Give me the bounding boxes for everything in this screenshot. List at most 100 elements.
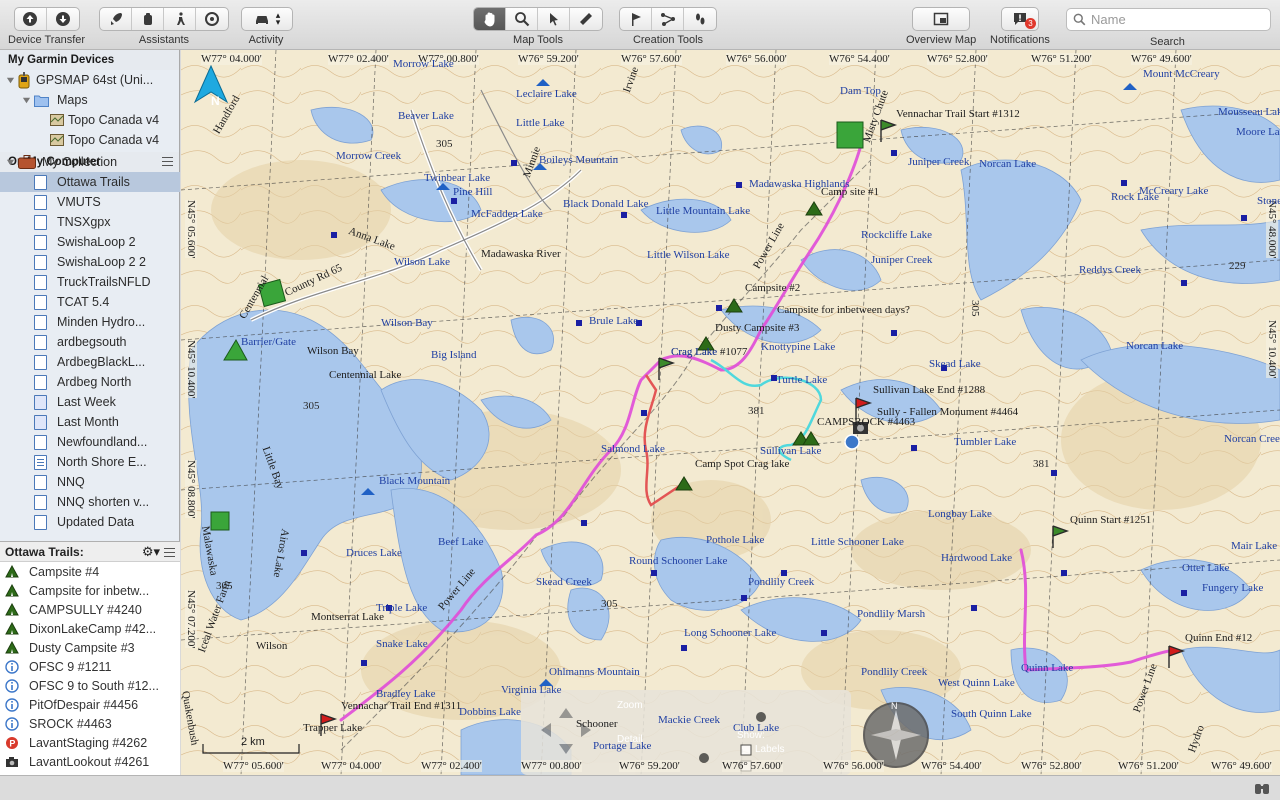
collection-item[interactable]: VMUTS <box>0 192 180 212</box>
trail-item[interactable]: Dusty Campsite #3 <box>0 638 180 657</box>
collection-item[interactable]: TruckTrailsNFLD <box>0 272 180 292</box>
trail-item[interactable]: LavantLookout #4261 <box>0 752 180 771</box>
collection-item[interactable]: Last Month <box>0 412 180 432</box>
device-map-row[interactable]: Topo Canada v4 <box>0 130 179 150</box>
activity-label: Activity <box>248 34 284 46</box>
send-to-device-button[interactable] <box>15 8 47 30</box>
maps-folder-row[interactable]: Maps <box>0 90 179 110</box>
collection-item[interactable]: Minden Hydro... <box>0 312 180 332</box>
collection-item[interactable]: Ottawa Trails <box>0 172 180 192</box>
overview-map-label: Overview Map <box>906 34 977 46</box>
place-label: Tumbler Lake <box>954 436 1017 448</box>
hand-tool-button[interactable] <box>474 8 506 30</box>
trail-item[interactable]: PitOfDespair #4456 <box>0 695 180 714</box>
trail-items: Campsite #4 Campsite for inbetw... CAMPSUL… <box>0 562 180 775</box>
place-label: Fungery Lake <box>1202 582 1264 594</box>
collection-item[interactable]: NNQ shorten v... <box>0 492 180 512</box>
collection-item[interactable]: Last Week <box>0 392 180 412</box>
trail-item[interactable]: Campsite for inbetw... <box>0 581 180 600</box>
measure-tool-button[interactable] <box>570 8 602 30</box>
place-label: Juniper Creek <box>871 254 933 266</box>
place-label: Long Schooner Lake <box>684 627 777 639</box>
binoculars-icon[interactable] <box>1254 781 1270 795</box>
assistant-spin-button[interactable] <box>196 8 228 30</box>
zoom-label[interactable]: Zoom <box>617 700 643 711</box>
notifications-button[interactable]: 3 <box>1002 8 1038 30</box>
nav-compass-letter[interactable]: N <box>891 701 898 711</box>
device-map-row[interactable]: Topo Canada v4 <box>0 110 179 130</box>
car-icon <box>255 16 268 24</box>
trail-item[interactable]: SROCK #4463 <box>0 714 180 733</box>
detail-label[interactable]: Detail <box>617 734 643 745</box>
spinner-icon <box>205 12 219 26</box>
list-menu-icon[interactable] <box>164 548 175 560</box>
assistant-hiker-button[interactable] <box>164 8 196 30</box>
collection-item[interactable]: SwishaLoop 2 <box>0 232 180 252</box>
place-label: Druces Lake <box>346 547 402 559</box>
collection-item[interactable]: Newfoundland... <box>0 432 180 452</box>
search-input[interactable] <box>1091 12 1261 27</box>
assistant-backpack-button[interactable] <box>132 8 164 30</box>
latlon-label: W77° 00.800' <box>521 760 582 772</box>
collection-item[interactable]: North Shore E... <box>0 452 180 472</box>
latlon-label: W77° 04.000' <box>321 760 382 772</box>
waypoint-label: Dusty Campsite #3 <box>715 322 800 334</box>
place-label: Ohlmanns Mountain <box>549 666 640 678</box>
new-route-button[interactable] <box>652 8 684 30</box>
trail-item[interactable]: OFSC 9 to South #12... <box>0 676 180 695</box>
collection-item-label: NNQ <box>57 475 85 489</box>
place-label: Barrier/Gate <box>241 336 296 348</box>
collection-item-label: TCAT 5.4 <box>57 295 110 309</box>
trail-item[interactable]: P LavantStaging #4262 <box>0 733 180 752</box>
pointer-icon <box>549 13 558 26</box>
trail-item[interactable]: Campsite #4 <box>0 562 180 581</box>
select-tool-button[interactable] <box>538 8 570 30</box>
labels-checkbox-label[interactable]: Labels <box>755 744 784 755</box>
assistant-rocket-button[interactable] <box>100 8 132 30</box>
search-field[interactable] <box>1066 8 1271 31</box>
place-label: Morrow Creek <box>336 150 402 162</box>
zoom-tool-button[interactable] <box>506 8 538 30</box>
disclosure-open-icon <box>6 77 15 83</box>
collection-item[interactable]: ArdbegBlackL... <box>0 352 180 372</box>
place-label: Mair Lake <box>1231 540 1278 552</box>
overview-map-group: Overview Map <box>906 0 976 46</box>
place-label: Knottypine Lake <box>761 341 836 353</box>
device-row[interactable]: GPSMAP 64st (Uni... <box>0 70 179 90</box>
toolbar: Device Transfer Assistants ▴ ▾ Activity … <box>0 0 1280 50</box>
my-collection-label: My Collection <box>42 155 118 169</box>
collection-item[interactable]: TNSXgpx <box>0 212 180 232</box>
collection-item-label: Newfoundland... <box>57 435 148 449</box>
map-canvas[interactable]: W77° 04.000' W77° 02.400' W77° 00.800' W76°… <box>181 50 1280 775</box>
info-icon <box>5 659 19 674</box>
collection-item-label: ardbegsouth <box>57 335 127 349</box>
latlon-label: N45° 07.200' <box>185 590 197 649</box>
creation-tools-label: Creation Tools <box>632 34 704 46</box>
collection-item[interactable]: TCAT 5.4 <box>0 292 180 312</box>
collection-item[interactable]: NNQ <box>0 472 180 492</box>
place-label: Reddys Creek <box>1079 264 1142 276</box>
receive-from-device-button[interactable] <box>47 8 79 30</box>
collection-item[interactable]: SwishaLoop 2 2 <box>0 252 180 272</box>
road-number-label: 305 <box>601 598 618 610</box>
new-waypoint-button[interactable] <box>620 8 652 30</box>
collection-item[interactable]: Updated Data <box>0 512 180 532</box>
upload-circle-icon <box>23 12 38 26</box>
list-file-icon <box>34 314 47 330</box>
trail-item[interactable]: OFSC 9 #1211 <box>0 657 180 676</box>
new-track-button[interactable] <box>684 8 716 30</box>
trail-item[interactable]: DixonLakeCamp #42... <box>0 619 180 638</box>
activity-select[interactable]: ▴ ▾ <box>242 8 292 30</box>
gear-icon[interactable]: ⚙▾ <box>142 544 160 560</box>
overview-map-button[interactable] <box>913 8 969 30</box>
place-label: Mackie Creek <box>658 714 720 726</box>
collection-item[interactable]: ardbegsouth <box>0 332 180 352</box>
collection-item[interactable]: Ardbeg North <box>0 372 180 392</box>
place-label: Turtle Lake <box>776 374 828 386</box>
trail-item[interactable]: CAMPSULLY #4240 <box>0 600 180 619</box>
trails-pane: Ottawa Trails: ⚙▾ Campsite #4 Campsite fo… <box>0 541 180 775</box>
place-label: Pondlily Creek <box>861 666 928 678</box>
my-collection-row[interactable]: My Collection <box>0 152 180 172</box>
ruler-icon <box>580 13 592 25</box>
map-file-icon <box>50 134 64 146</box>
